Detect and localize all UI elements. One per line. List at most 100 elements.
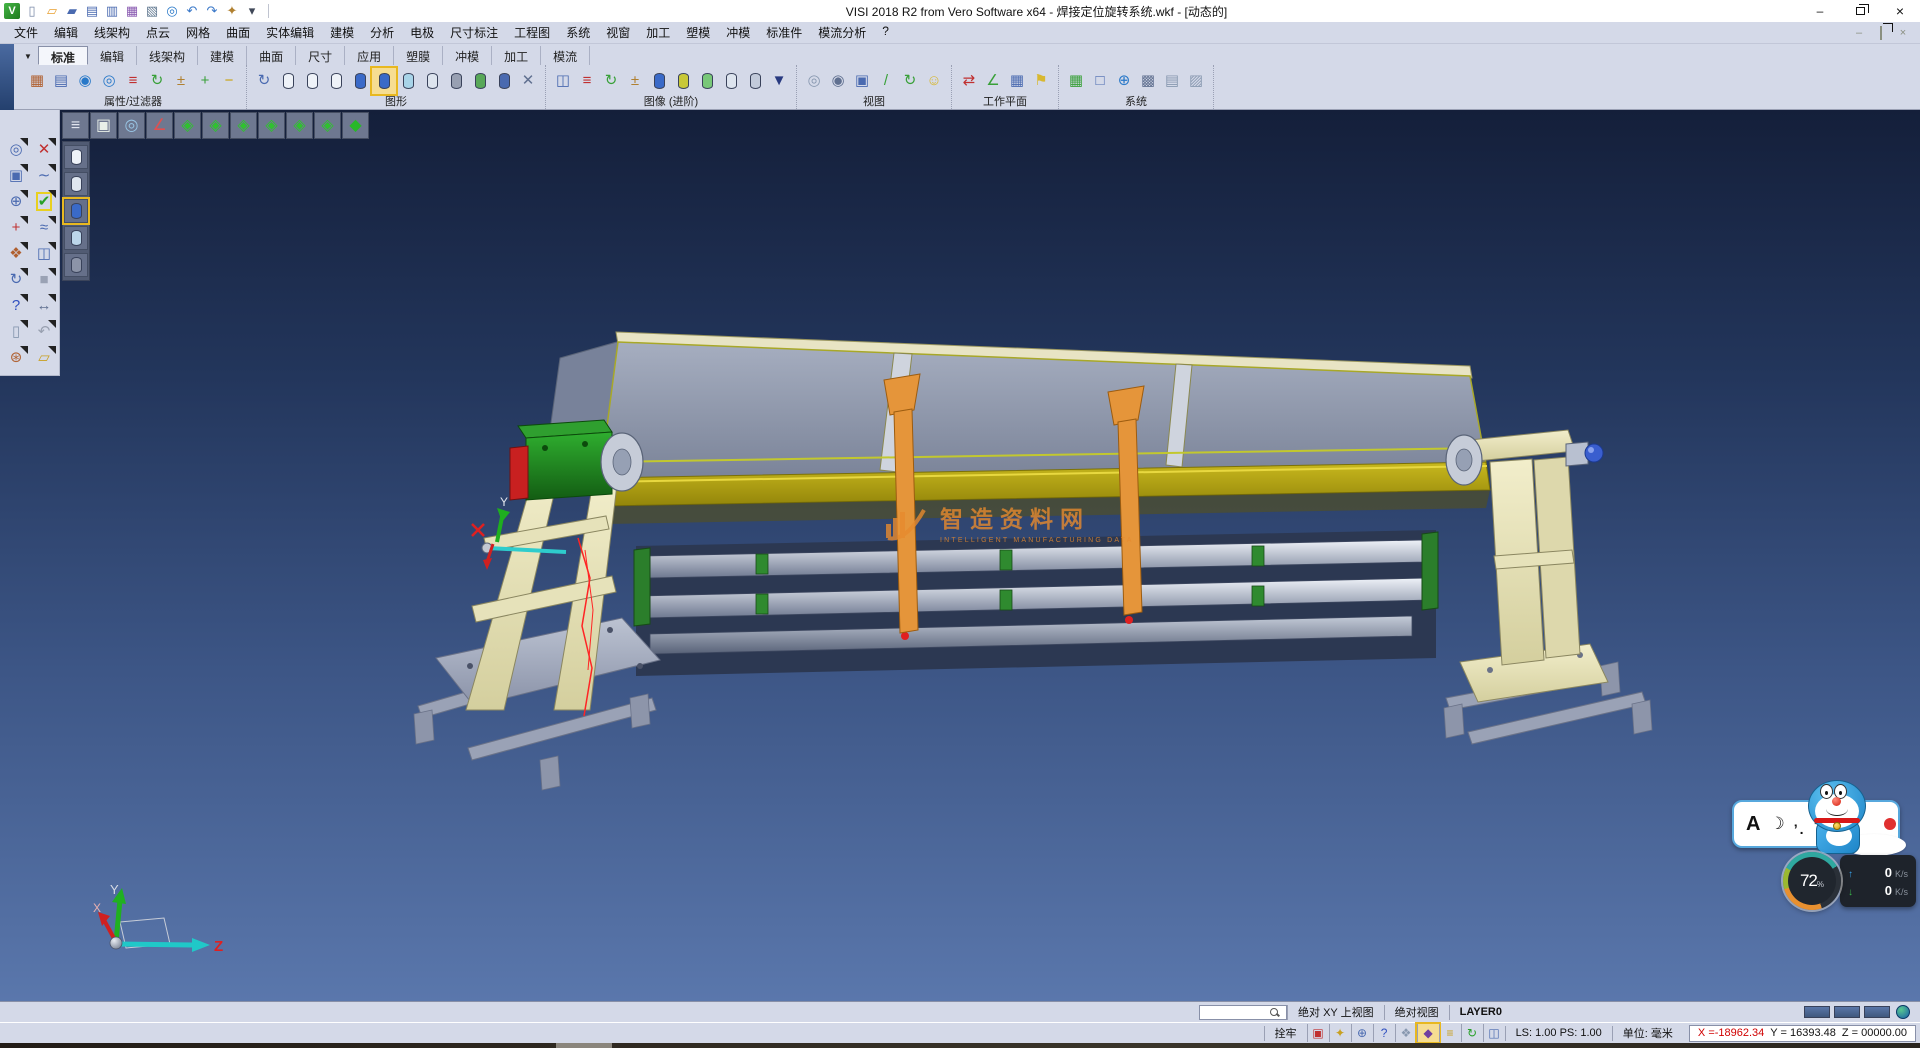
view-left-icon[interactable]: ◈ xyxy=(230,112,257,139)
import-file-icon[interactable]: ▰ xyxy=(62,2,82,20)
zoom-previous-icon[interactable]: ◎ xyxy=(802,68,826,94)
online-status-icon[interactable] xyxy=(1896,1005,1910,1019)
verified-image-icon[interactable] xyxy=(695,68,719,94)
clip-plane-icon[interactable] xyxy=(743,68,767,94)
menu-item[interactable]: 塑模 xyxy=(678,22,718,43)
grid-plane-icon[interactable]: ▨ xyxy=(1184,68,1208,94)
cplane-flag-icon[interactable]: ⚑ xyxy=(1029,68,1053,94)
navigator-icon[interactable]: ⊛ xyxy=(3,345,29,369)
search-input[interactable] xyxy=(1200,1006,1270,1019)
toolbar-tab[interactable]: 编辑 xyxy=(88,46,137,65)
view-thumbnail[interactable] xyxy=(1864,1006,1890,1018)
menu-item[interactable]: 曲面 xyxy=(218,22,258,43)
snap-settings-icon[interactable]: ▣ xyxy=(1307,1024,1329,1042)
menu-item[interactable]: 标准件 xyxy=(758,22,810,43)
save-all-icon[interactable]: ▦ xyxy=(122,2,142,20)
orbit-view-icon[interactable]: ☺ xyxy=(922,68,946,94)
mdi-close-button[interactable]: × xyxy=(1896,27,1910,39)
3d-viewport[interactable]: Y xyxy=(0,110,1920,1001)
cone-display-icon[interactable]: ▼ xyxy=(767,68,791,94)
toggle-image-icon[interactable]: ± xyxy=(623,68,647,94)
screen-config-icon[interactable]: □ xyxy=(1088,68,1112,94)
network-speed-panel[interactable]: ↑ 0 K/s ↓ 0 K/s xyxy=(1840,855,1916,907)
menu-item[interactable]: ? xyxy=(874,22,897,43)
attribute-painter-icon[interactable]: ❖ xyxy=(3,241,29,265)
cplane-align-icon[interactable]: ∠ xyxy=(981,68,1005,94)
assign-material-icon[interactable] xyxy=(468,68,492,94)
menu-item[interactable]: 电极 xyxy=(402,22,442,43)
snap-help-icon[interactable]: ? xyxy=(1373,1024,1395,1042)
toggle-filter-icon[interactable]: ± xyxy=(169,68,193,94)
recycle-image-icon[interactable]: ↻ xyxy=(599,68,623,94)
units-indicator[interactable]: 单位: 毫米 xyxy=(1612,1026,1683,1041)
open-project-icon[interactable]: ▱ xyxy=(31,345,57,369)
command-search-box[interactable] xyxy=(1199,1005,1287,1020)
menu-item[interactable]: 文件 xyxy=(6,22,46,43)
redo-icon[interactable]: ↷ xyxy=(202,2,222,20)
zoom-box-icon[interactable]: ▣ xyxy=(90,112,117,139)
menu-item[interactable]: 实体编辑 xyxy=(258,22,322,43)
view-right-icon[interactable]: ◈ xyxy=(258,112,285,139)
menu-item[interactable]: 加工 xyxy=(638,22,678,43)
open-file-icon[interactable]: ▱ xyxy=(42,2,62,20)
ime-red-button[interactable] xyxy=(1884,818,1896,830)
sketch-wave-icon[interactable]: ≈ xyxy=(31,215,57,239)
snap-active-icon[interactable]: ◆ xyxy=(1417,1024,1439,1042)
layer-manager-icon[interactable]: ≡ xyxy=(1439,1024,1461,1042)
measure-view-icon[interactable]: / xyxy=(874,68,898,94)
display-settings-icon[interactable]: ✕ xyxy=(516,68,540,94)
zoom-dynamic-icon[interactable]: ◎ xyxy=(3,137,29,161)
scale-indicator[interactable]: LS: 1.00 PS: 1.00 xyxy=(1505,1026,1612,1041)
view-front-icon[interactable]: ◈ xyxy=(202,112,229,139)
wireframe-display-icon[interactable] xyxy=(276,68,300,94)
hatched-display-icon[interactable] xyxy=(444,68,468,94)
toolbar-tab[interactable]: 曲面 xyxy=(247,46,296,65)
memory-usage-gauge[interactable]: 72 % xyxy=(1783,852,1841,910)
print-icon[interactable]: ▧ xyxy=(142,2,162,20)
shaded-render-icon[interactable] xyxy=(64,199,88,223)
selection-set-icon[interactable]: ▩ xyxy=(1136,68,1160,94)
hatched-render-icon[interactable] xyxy=(64,253,88,277)
toolbar-tab[interactable]: 尺寸 xyxy=(296,46,345,65)
toolbar-tab[interactable]: 建模 xyxy=(198,46,247,65)
active-layer-indicator[interactable]: LAYER0 xyxy=(1449,1005,1512,1020)
display-list-icon[interactable]: ≡ xyxy=(62,112,89,139)
ime-language-indicator[interactable]: A xyxy=(1746,813,1760,836)
toolbar-tab[interactable]: 冲模 xyxy=(443,46,492,65)
snap-entity-icon[interactable]: ✦ xyxy=(1329,1024,1351,1042)
view-back-icon[interactable]: ◈ xyxy=(286,112,313,139)
menu-item[interactable]: 编辑 xyxy=(46,22,86,43)
delete-trash-icon[interactable]: ▯ xyxy=(3,319,29,343)
sketch-curve-icon[interactable]: ∼ xyxy=(31,163,57,187)
ime-halfwidth-icon[interactable]: ☽ xyxy=(1769,814,1784,834)
snap-keypoint-icon[interactable]: ⊕ xyxy=(1351,1024,1373,1042)
transparent-display-icon[interactable] xyxy=(396,68,420,94)
multi-view-icon[interactable]: ◫ xyxy=(1483,1024,1505,1042)
tab-dropdown-button[interactable]: ▼ xyxy=(18,48,38,65)
shaded-edges-display-icon[interactable] xyxy=(372,68,396,94)
calculator-icon[interactable]: ▤ xyxy=(1160,68,1184,94)
toolbar-tab[interactable]: 应用 xyxy=(345,46,394,65)
ghosted-render-icon[interactable] xyxy=(64,226,88,250)
zoom-all-icon[interactable]: ◉ xyxy=(826,68,850,94)
confirm-check-icon[interactable]: ✔ xyxy=(31,189,57,213)
menu-item[interactable]: 网格 xyxy=(178,22,218,43)
filter-traffic-light-icon[interactable]: ≡ xyxy=(121,68,145,94)
hidden-line-render-icon[interactable] xyxy=(64,172,88,196)
measure-distance-icon[interactable]: ↔ xyxy=(31,293,57,317)
solid-cube-icon[interactable]: ■ xyxy=(31,267,57,291)
section-view-icon[interactable]: ◫ xyxy=(551,68,575,94)
zoom-window-icon[interactable]: ▣ xyxy=(850,68,874,94)
save-as-icon[interactable]: ▥ xyxy=(102,2,122,20)
color-map-icon[interactable]: ▦ xyxy=(1064,68,1088,94)
refresh-filter-icon[interactable]: ↻ xyxy=(145,68,169,94)
menu-item[interactable]: 模流分析 xyxy=(810,22,874,43)
menu-item[interactable]: 尺寸标注 xyxy=(442,22,506,43)
minimize-button[interactable]: – xyxy=(1800,0,1840,22)
regenerate-view-icon[interactable]: ↻ xyxy=(252,68,276,94)
modify-attributes-icon[interactable]: ▦ xyxy=(25,68,49,94)
menu-item[interactable]: 点云 xyxy=(138,22,178,43)
auto-redraw-icon[interactable]: ↻ xyxy=(1461,1024,1483,1042)
menu-item[interactable]: 线架构 xyxy=(86,22,138,43)
flat-display-icon[interactable] xyxy=(420,68,444,94)
